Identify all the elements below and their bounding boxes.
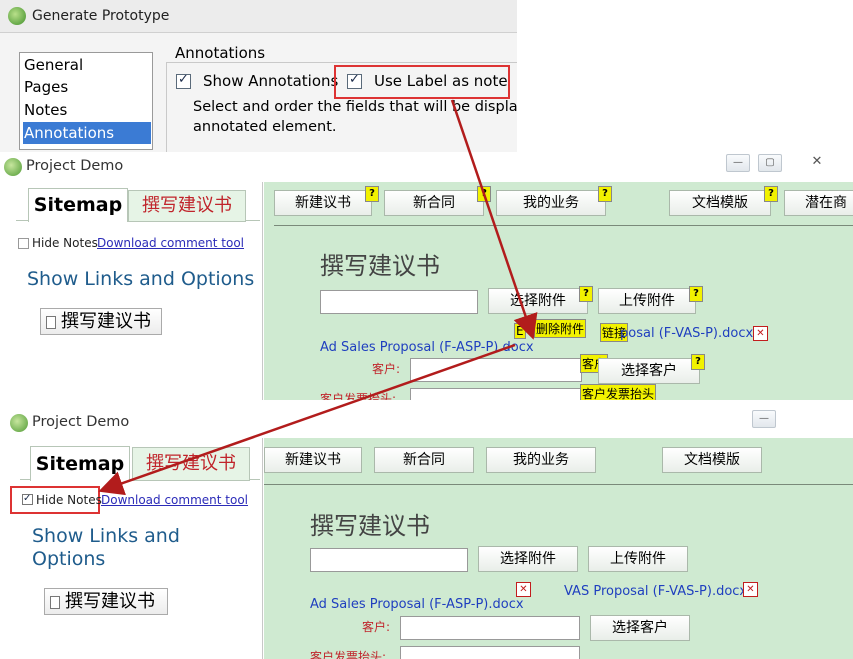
- arrow-to-hide-notes: [98, 343, 516, 496]
- arrow-to-notes: [450, 99, 538, 340]
- annotation-arrows: [98, 99, 538, 496]
